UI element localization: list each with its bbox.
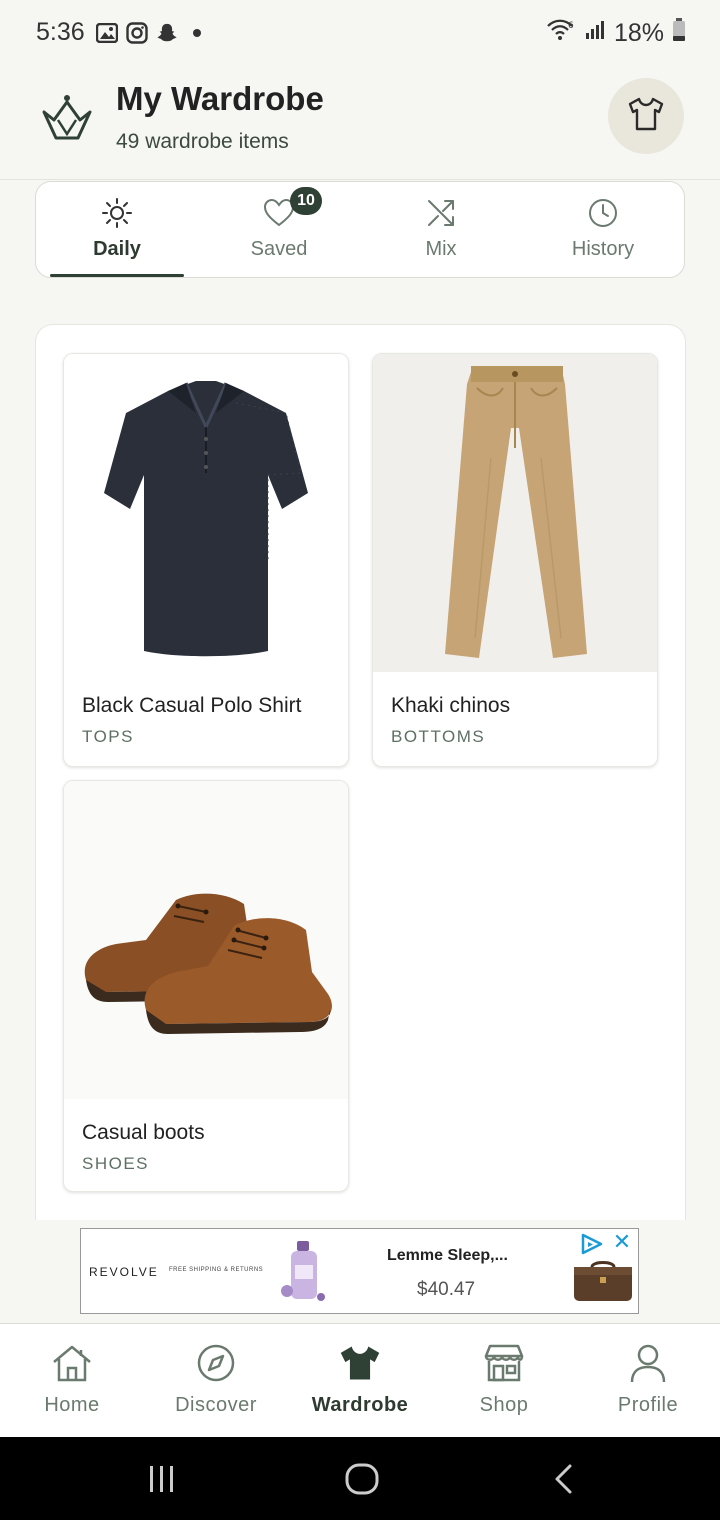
wardrobe-item-card[interactable]: Black Casual Polo Shirt TOPS	[63, 353, 349, 767]
recent-apps-icon[interactable]	[140, 1457, 184, 1501]
status-time: 5:36	[36, 18, 85, 46]
wardrobe-tabs: Daily 10 Saved Mix History	[35, 181, 685, 278]
boots-image	[64, 781, 348, 1099]
nav-wardrobe[interactable]: Wardrobe	[288, 1324, 432, 1437]
tab-label: Saved	[250, 238, 308, 260]
wardrobe-action-button[interactable]	[608, 78, 684, 154]
tab-mix[interactable]: Mix	[360, 182, 522, 277]
sun-icon	[100, 196, 134, 230]
chinos-image	[373, 354, 657, 672]
instagram-icon	[126, 22, 148, 44]
wardrobe-item-card[interactable]: Casual boots SHOES	[63, 780, 349, 1192]
app-header: My Wardrobe 49 wardrobe items	[0, 68, 720, 180]
nav-discover[interactable]: Discover	[144, 1324, 288, 1437]
signal-icon	[584, 19, 606, 48]
polo-shirt-image	[64, 354, 348, 672]
item-name: Khaki chinos	[391, 694, 511, 717]
nav-label: Home	[44, 1394, 100, 1416]
nav-shop[interactable]: Shop	[432, 1324, 576, 1437]
tab-daily[interactable]: Daily	[36, 182, 198, 277]
nav-label: Wardrobe	[311, 1394, 409, 1416]
ad-price: $40.47	[417, 1279, 476, 1300]
nav-label: Profile	[617, 1394, 679, 1416]
status-right: 6 18%	[546, 18, 686, 49]
wardrobe-item-card[interactable]: Khaki chinos BOTTOMS	[372, 353, 658, 767]
ad-product-image	[277, 1239, 333, 1305]
wardrobe-count: 49 wardrobe items	[116, 130, 289, 153]
nav-label: Discover	[175, 1394, 257, 1416]
tab-saved[interactable]: 10 Saved	[198, 182, 360, 277]
tshirt-icon	[627, 96, 665, 137]
adchoices-icon[interactable]	[580, 1233, 604, 1255]
snapchat-icon	[156, 22, 178, 44]
system-navigation-bar	[0, 1437, 720, 1520]
nav-home[interactable]: Home	[0, 1324, 144, 1437]
compass-icon	[194, 1342, 238, 1384]
clock-icon	[586, 196, 620, 230]
ad-close-icon[interactable]: ✕	[610, 1231, 634, 1255]
store-icon	[482, 1342, 526, 1384]
home-icon	[50, 1342, 94, 1384]
ad-brand-tagline: FREE SHIPPING & RETURNS	[169, 1267, 264, 1273]
item-name: Black Casual Polo Shirt	[82, 694, 302, 717]
ad-bag-image	[572, 1259, 634, 1303]
gallery-icon	[96, 22, 118, 44]
user-icon	[626, 1342, 670, 1384]
crown-logo-icon	[38, 90, 96, 148]
home-button-icon[interactable]	[340, 1457, 384, 1501]
battery-icon	[672, 18, 686, 49]
back-icon[interactable]	[542, 1457, 586, 1501]
item-category: TOPS	[82, 727, 134, 746]
battery-percent: 18%	[613, 19, 664, 47]
item-category: BOTTOMS	[391, 727, 486, 746]
tab-label: Mix	[425, 238, 457, 260]
page-title: My Wardrobe	[116, 80, 324, 117]
ad-banner[interactable]: REVOLVE FREE SHIPPING & RETURNS Lemme Sl…	[80, 1228, 639, 1314]
ad-brand: REVOLVE	[89, 1265, 159, 1279]
status-bar: 5:36 6 18%	[0, 0, 720, 68]
tab-label: Daily	[93, 238, 141, 260]
notification-icons	[96, 22, 208, 44]
svg-text:6: 6	[568, 21, 574, 31]
saved-count-badge: 10	[290, 187, 322, 215]
tshirt-icon	[338, 1342, 382, 1384]
ad-title: Lemme Sleep,...	[387, 1247, 508, 1264]
nav-profile[interactable]: Profile	[576, 1324, 720, 1437]
wifi-icon: 6	[546, 18, 576, 49]
tab-label: History	[571, 238, 635, 260]
dot-icon	[186, 22, 208, 44]
nav-label: Shop	[479, 1394, 529, 1416]
item-category: SHOES	[82, 1154, 150, 1173]
item-name: Casual boots	[82, 1121, 205, 1144]
tab-history[interactable]: History	[522, 182, 684, 277]
wardrobe-items-panel: Black Casual Polo Shirt TOPS Khaki chino…	[35, 324, 686, 1220]
shuffle-icon	[424, 196, 458, 230]
bottom-navigation: Home Discover Wardrobe Shop Profile	[0, 1323, 720, 1437]
